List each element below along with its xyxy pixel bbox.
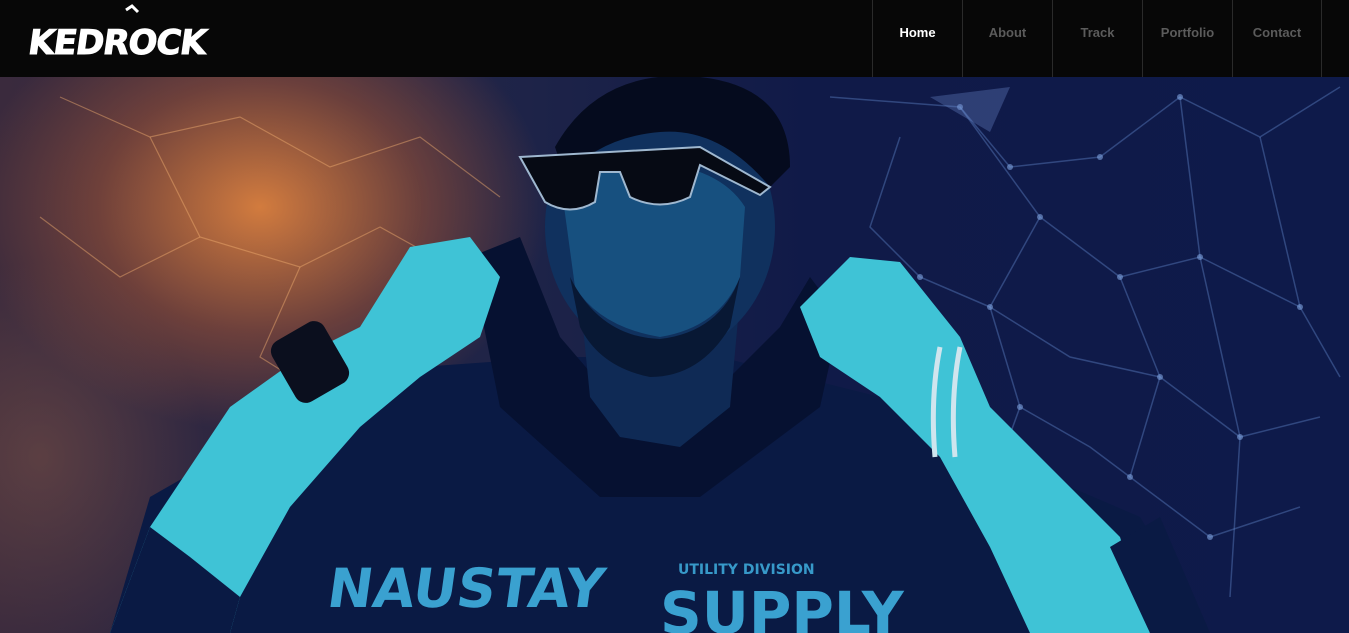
polygon-shard-decoration [930,87,1010,132]
shirt-text-small: UTILITY DIVISION [678,562,815,578]
shirt-text-left: NAUSTAY [324,557,610,620]
logo-accent-icon [125,4,140,14]
hero-image: NAUSTAY UTILITY DIVISION SUPPLY [39,77,1341,633]
nav-item-home[interactable]: Home [872,0,962,77]
hero-banner: NAUSTAY UTILITY DIVISION SUPPLY [0,77,1349,633]
nav-item-track[interactable]: Track [1052,0,1142,77]
nav-item-contact[interactable]: Contact [1232,0,1322,77]
logo-text: KEDROCK [28,23,211,63]
artist-figure [110,77,1210,633]
site-header: KEDROCK Home About Track Portfolio Conta… [0,0,1349,77]
page: KEDROCK Home About Track Portfolio Conta… [0,0,1349,633]
site-logo[interactable]: KEDROCK [28,4,218,64]
shirt-text-right: SUPPLY [660,579,905,633]
main-nav: Home About Track Portfolio Contact [872,0,1322,77]
nav-item-portfolio[interactable]: Portfolio [1142,0,1232,77]
nav-item-about[interactable]: About [962,0,1052,77]
